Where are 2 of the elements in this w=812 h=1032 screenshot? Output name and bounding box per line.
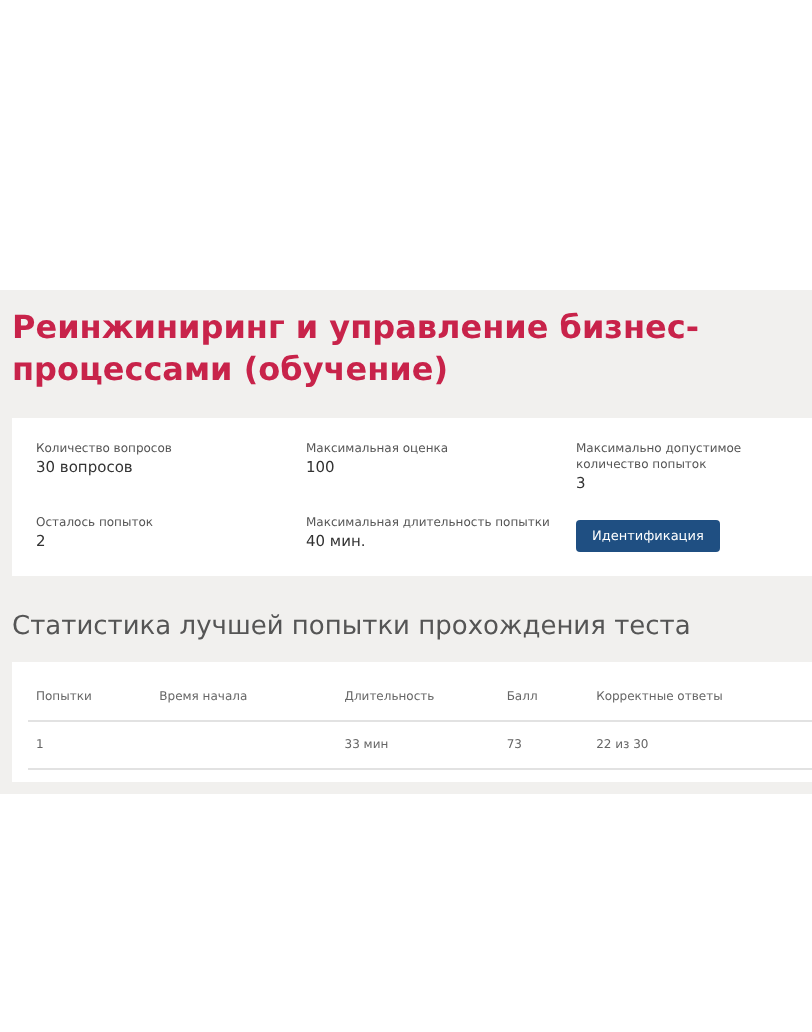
section-heading: Статистика лучшей попытки прохождения теста <box>12 612 693 642</box>
page-title: Реинжиниринг и управление бизнес-процессами (обучение) <box>12 306 701 390</box>
